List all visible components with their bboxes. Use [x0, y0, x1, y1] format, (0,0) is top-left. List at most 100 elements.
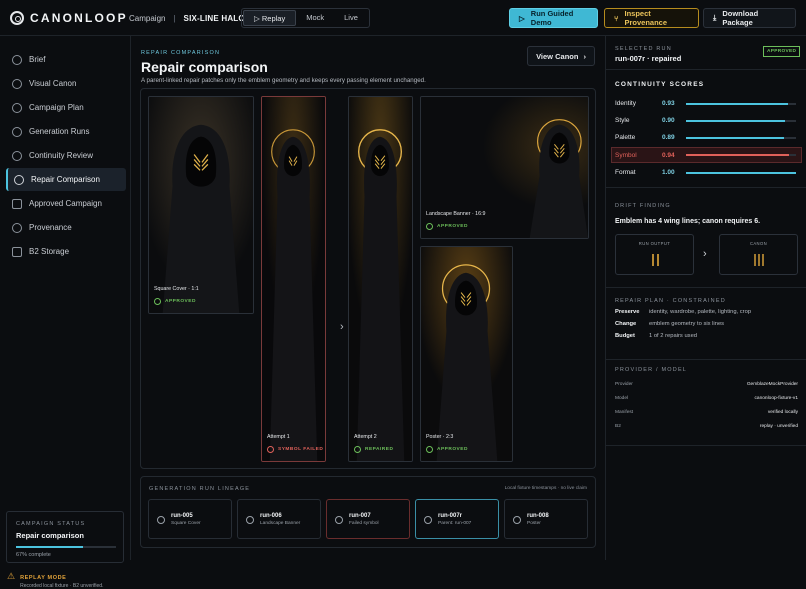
sidebar-item-b2-storage[interactable]: B2 Storage [6, 240, 126, 263]
selected-run-caption: SELECTED RUN [615, 46, 672, 52]
sidebar-item-generation-runs[interactable]: Generation Runs [6, 120, 126, 143]
sidebar-item-continuity-review[interactable]: Continuity Review [6, 144, 126, 167]
repair-budget-value: 1 of 2 repairs used [649, 333, 698, 339]
run-card-run-006[interactable]: run-006 Landscape Banner [237, 499, 321, 539]
x-circle-icon [335, 516, 343, 524]
inspect-provenance-label: Inspect Provenance [624, 9, 668, 27]
drift-finding-text: Emblem has 4 wing lines; canon requires … [615, 218, 761, 225]
brief-icon [12, 54, 22, 65]
manifest-row: Manifest verified locally [615, 410, 798, 415]
continuity-scores-caption: CONTINUITY SCORES [615, 81, 705, 88]
square-cover-status-text: APPROVED [165, 299, 196, 304]
sidebar-item-approved-campaign[interactable]: Approved Campaign [6, 192, 126, 215]
square-cover-label: Square Cover · 1:1 [154, 286, 199, 292]
campaign-progress-fill [16, 546, 83, 548]
score-row-identity: Identity 0.93 [615, 97, 798, 110]
repair-preserve-row: Preserve identity, wardrobe, palette, lig… [615, 309, 751, 315]
attempt-1-image[interactable]: Attempt 1 SYMBOL FAILED [261, 96, 326, 462]
campaign-status-caption: CAMPAIGN STATUS [16, 521, 86, 527]
attempt-1-status-text: SYMBOL FAILED [278, 447, 324, 452]
square-cover-image[interactable]: Square Cover · 1:1 APPROVED [148, 96, 254, 314]
sidebar-item-visual-canon[interactable]: Visual Canon [6, 72, 126, 95]
attempt-2-status-text: REPAIRED [365, 447, 394, 452]
manifest-value: verified locally [767, 410, 798, 415]
mode-replay-tab[interactable]: ▷ Replay [243, 10, 297, 26]
repair-budget-row: Budget 1 of 2 repairs used [615, 333, 697, 339]
lineage-caption: GENERATION RUN LINEAGE [149, 486, 251, 492]
sidebar-item-campaign-plan[interactable]: Campaign Plan [6, 96, 126, 119]
run-card-run-005[interactable]: run-005 Square Cover [148, 499, 232, 539]
six-line-emblem-icon [754, 254, 764, 266]
check-circle-icon [426, 446, 433, 453]
provider-row: Provider GemblazeMockProvider [615, 382, 798, 387]
repair-change-value: emblem geometry to six lines [649, 321, 725, 327]
repair-preserve-key: Preserve [615, 309, 640, 315]
run-guided-demo-button[interactable]: ▷ Run Guided Demo [509, 8, 598, 28]
selected-run-value: run-007r · repaired [615, 54, 682, 63]
sidebar-item-provenance[interactable]: Provenance [6, 216, 126, 239]
chevron-right-icon: › [583, 51, 586, 61]
mode-mock-tab[interactable]: Mock [296, 10, 334, 26]
sidebar-item-brief[interactable]: Brief [6, 48, 126, 71]
model-row: Model canonloop-fixture-v1 [615, 396, 798, 401]
run-desc: Square Cover [171, 520, 201, 526]
replay-mode-notice: ⚠ REPLAY MODE Recorded local fixture · B… [7, 572, 103, 589]
run-card-run-007[interactable]: run-007 Failed symbol [326, 499, 410, 539]
attempt-2-image[interactable]: Attempt 2 REPAIRED [348, 96, 413, 462]
attempt-1-status: SYMBOL FAILED [267, 446, 323, 453]
score-value: 0.89 [662, 134, 675, 141]
sidebar: Brief Visual Canon Campaign Plan Generat… [0, 36, 131, 589]
run-desc: Parent: run-007 [438, 520, 472, 526]
download-package-label: Download Package [722, 9, 759, 27]
score-bar [686, 154, 796, 156]
canon-label: CANON [749, 241, 768, 246]
image-icon [12, 198, 22, 209]
poster-image[interactable]: Poster · 2:3 APPROVED [420, 246, 513, 462]
score-name: Style [615, 117, 630, 124]
play-icon: ▷ [519, 13, 525, 23]
check-circle-icon [154, 298, 161, 305]
repair-plan-caption: REPAIR PLAN · CONSTRAINED [615, 298, 726, 304]
selected-run-section: SELECTED RUN run-007r · repaired APPROVE… [606, 36, 806, 70]
check-circle-icon [157, 516, 165, 524]
score-bar-fill [686, 102, 789, 105]
chevron-right-icon: › [340, 321, 344, 333]
score-row-symbol: Symbol 0.94 [611, 147, 802, 163]
breadcrumb-campaign[interactable]: Campaign [129, 14, 165, 23]
run-card-run-008[interactable]: run-008 Poster [504, 499, 588, 539]
run-desc: Poster [527, 520, 541, 526]
hooded-figure-image [349, 97, 412, 461]
view-canon-button[interactable]: View Canon › [527, 46, 595, 66]
run-desc: Failed symbol [349, 520, 379, 526]
score-name: Symbol [615, 151, 637, 159]
run-card-run-007r[interactable]: run-007r Parent: run-007 [415, 499, 499, 539]
sidebar-item-label: Repair Comparison [31, 175, 100, 184]
status-badge: APPROVED [763, 46, 801, 57]
score-bar-fill [686, 136, 784, 139]
sidebar-item-label: Approved Campaign [29, 199, 102, 208]
score-bar [686, 171, 796, 174]
run-id: run-005 [171, 512, 193, 519]
download-package-button[interactable]: ⤓ Download Package [703, 8, 796, 28]
score-name: Identity [615, 100, 636, 107]
warning-icon: ⚠ [7, 571, 16, 581]
campaign-progress-bar [16, 546, 116, 548]
score-row-format: Format 1.00 [615, 166, 798, 179]
mode-live-tab[interactable]: Live [334, 10, 368, 26]
attempt-1-label: Attempt 1 [267, 434, 290, 440]
x-circle-icon [267, 446, 274, 453]
view-canon-label: View Canon [536, 51, 579, 61]
lineage-note: Local fixture timestamps · no live claim [504, 486, 587, 491]
logo[interactable]: CANONLOOP [10, 11, 128, 25]
run-id: run-007r [438, 512, 463, 519]
b2-key: B2 [615, 424, 621, 429]
sidebar-item-label: B2 Storage [29, 247, 70, 256]
landscape-banner-image[interactable]: Landscape Banner · 16:9 APPROVED [420, 96, 589, 239]
run-id: run-007 [349, 512, 371, 519]
logo-text: CANONLOOP [30, 11, 128, 25]
sidebar-item-repair-comparison[interactable]: Repair Comparison [6, 168, 126, 191]
inspect-provenance-button[interactable]: ⑂ Inspect Provenance [604, 8, 699, 28]
replay-mode-title: REPLAY MODE [20, 575, 67, 581]
check-circle-icon [246, 516, 254, 524]
poster-status: APPROVED [426, 446, 468, 453]
